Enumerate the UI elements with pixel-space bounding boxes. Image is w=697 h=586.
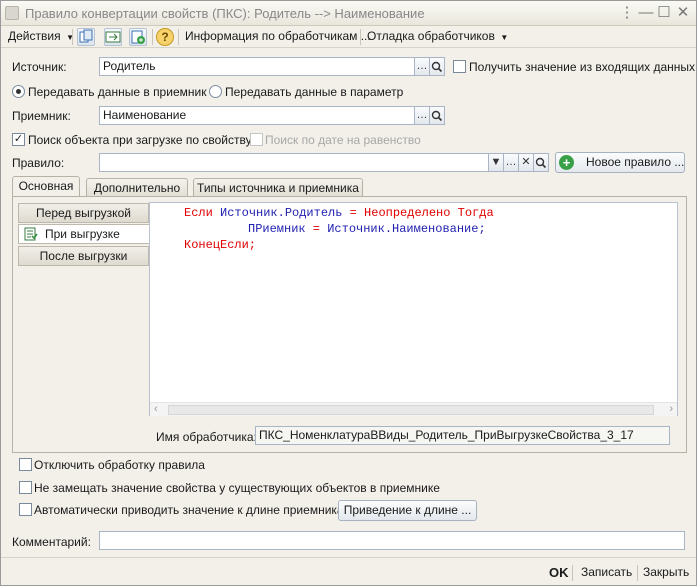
- handler-icon: [24, 227, 38, 246]
- code-token: =: [305, 222, 328, 236]
- dropdown-arrow-icon: ▼: [498, 33, 509, 42]
- footer-separator: [572, 565, 573, 581]
- length-adjust-button[interactable]: Приведение к длине ...: [338, 500, 477, 521]
- select-button[interactable]: …: [414, 57, 430, 76]
- tab-types[interactable]: Типы источника и приемника: [193, 178, 363, 197]
- title-bar: Правило конвертации свойств (ПКС): Родит…: [1, 1, 696, 26]
- toolbar-separator: [152, 29, 153, 45]
- source-field[interactable]: Родитель: [99, 57, 415, 76]
- search-by-date-label: Поиск по дате на равенство: [265, 133, 421, 147]
- code-token: ПРиемник: [248, 222, 306, 236]
- search-icon[interactable]: [429, 57, 445, 76]
- edit-icon[interactable]: [104, 28, 122, 46]
- source-label: Источник:: [12, 60, 67, 74]
- app-icon: [5, 6, 19, 20]
- handler-name-field[interactable]: ПКС_НоменклатураВВиды_Родитель_ПриВыгруз…: [255, 426, 670, 445]
- select-button[interactable]: …: [503, 153, 519, 172]
- pass-to-receiver-label: Передавать данные в приемник: [28, 85, 207, 99]
- select-button[interactable]: …: [414, 106, 430, 125]
- dialog-window: Правило конвертации свойств (ПКС): Родит…: [0, 0, 697, 586]
- close-button[interactable]: Закрыть: [639, 563, 693, 582]
- no-replace-checkbox[interactable]: [19, 481, 32, 494]
- handler-tab-after-export[interactable]: После выгрузки: [18, 246, 149, 266]
- code-line: Если Источник.Родитель = Неопределено То…: [184, 205, 494, 221]
- toolbar-separator: [72, 29, 73, 45]
- search-by-property-checkbox[interactable]: ✓: [12, 133, 25, 146]
- new-rule-label: Новое правило ...: [586, 155, 685, 169]
- disable-rule-label: Отключить обработку правила: [34, 458, 205, 472]
- new-rule-button[interactable]: + Новое правило ...: [555, 152, 685, 173]
- help-icon[interactable]: ?: [156, 28, 174, 46]
- clear-icon[interactable]: ✕: [518, 153, 534, 172]
- code-token: Источник.Наименование;: [327, 222, 486, 236]
- code-token: Если: [184, 206, 213, 220]
- pass-to-receiver-radio[interactable]: [12, 85, 25, 98]
- disable-rule-checkbox[interactable]: [19, 458, 32, 471]
- scroll-left-icon[interactable]: ‹: [154, 403, 158, 415]
- add-copy-icon[interactable]: [129, 28, 147, 46]
- handler-tab-before-export[interactable]: Перед выгрузкой: [18, 203, 149, 223]
- search-by-date-checkbox[interactable]: [250, 133, 263, 146]
- search-icon[interactable]: [429, 106, 445, 125]
- handler-tab-on-export[interactable]: При выгрузке: [18, 224, 149, 244]
- horizontal-scrollbar[interactable]: ‹ ›: [150, 402, 677, 416]
- code-token: Неопределено Тогда: [364, 206, 494, 220]
- handler-name-label: Имя обработчика:: [156, 430, 257, 444]
- auto-length-checkbox[interactable]: [19, 503, 32, 516]
- receiver-field[interactable]: Наименование: [99, 106, 415, 125]
- toolbar-separator: [360, 29, 361, 45]
- rule-label: Правило:: [12, 156, 65, 170]
- code-token: Источник.Родитель: [220, 206, 343, 220]
- more-icon[interactable]: ⋮: [618, 4, 636, 22]
- code-line: ПРиемник = Источник.Наименование;: [248, 221, 486, 237]
- save-button[interactable]: Записать: [577, 563, 636, 582]
- code-token: =: [342, 206, 365, 220]
- pass-to-param-label: Передавать данные в параметр: [225, 85, 404, 99]
- minimize-icon[interactable]: —: [637, 4, 655, 22]
- maximize-icon[interactable]: ☐: [655, 4, 673, 22]
- toolbar: Действия ▼ ? Информация по обработчикам …: [1, 26, 696, 48]
- get-from-incoming-label: Получить значение из входящих данных: [469, 60, 696, 74]
- get-from-incoming-checkbox[interactable]: [453, 60, 466, 73]
- handler-tab-on-export-label: При выгрузке: [45, 227, 120, 241]
- copy-icon[interactable]: [77, 28, 95, 46]
- no-replace-label: Не замещать значение свойства у существу…: [34, 481, 440, 495]
- toolbar-separator: [178, 29, 179, 45]
- debug-handlers-label: Отладка обработчиков: [367, 29, 495, 43]
- window-title: Правило конвертации свойств (ПКС): Родит…: [25, 6, 425, 21]
- scroll-right-icon[interactable]: ›: [669, 403, 673, 415]
- footer-bar: OK Записать Закрыть: [1, 557, 696, 585]
- comment-field[interactable]: [99, 531, 685, 550]
- footer-separator: [637, 565, 638, 581]
- close-icon[interactable]: ✕: [674, 4, 692, 22]
- code-line: КонецЕсли;: [184, 237, 256, 253]
- pass-to-param-radio[interactable]: [209, 85, 222, 98]
- actions-menu[interactable]: Действия ▼: [4, 27, 78, 46]
- comment-label: Комментарий:: [12, 535, 91, 549]
- auto-length-label: Автоматически приводить значение к длине…: [34, 503, 344, 517]
- search-by-property-label: Поиск объекта при загрузке по свойству: [28, 133, 252, 147]
- actions-menu-label: Действия: [8, 29, 61, 43]
- scrollbar-thumb[interactable]: [168, 405, 654, 415]
- add-icon: +: [559, 155, 574, 170]
- search-icon[interactable]: [533, 153, 549, 172]
- rule-field[interactable]: [99, 153, 489, 172]
- tab-main[interactable]: Основная: [12, 176, 80, 197]
- tab-additional[interactable]: Дополнительно: [86, 178, 188, 197]
- ok-button[interactable]: OK: [545, 563, 573, 582]
- code-editor[interactable]: Если Источник.Родитель = Неопределено То…: [149, 202, 678, 416]
- debug-handlers-menu[interactable]: Отладка обработчиков ▼: [363, 27, 512, 46]
- code-token: КонецЕсли;: [184, 238, 257, 252]
- dropdown-arrow-icon[interactable]: ▼: [488, 153, 504, 172]
- handlers-info-button[interactable]: Информация по обработчикам ...: [181, 27, 375, 46]
- receiver-label: Приемник:: [12, 109, 71, 123]
